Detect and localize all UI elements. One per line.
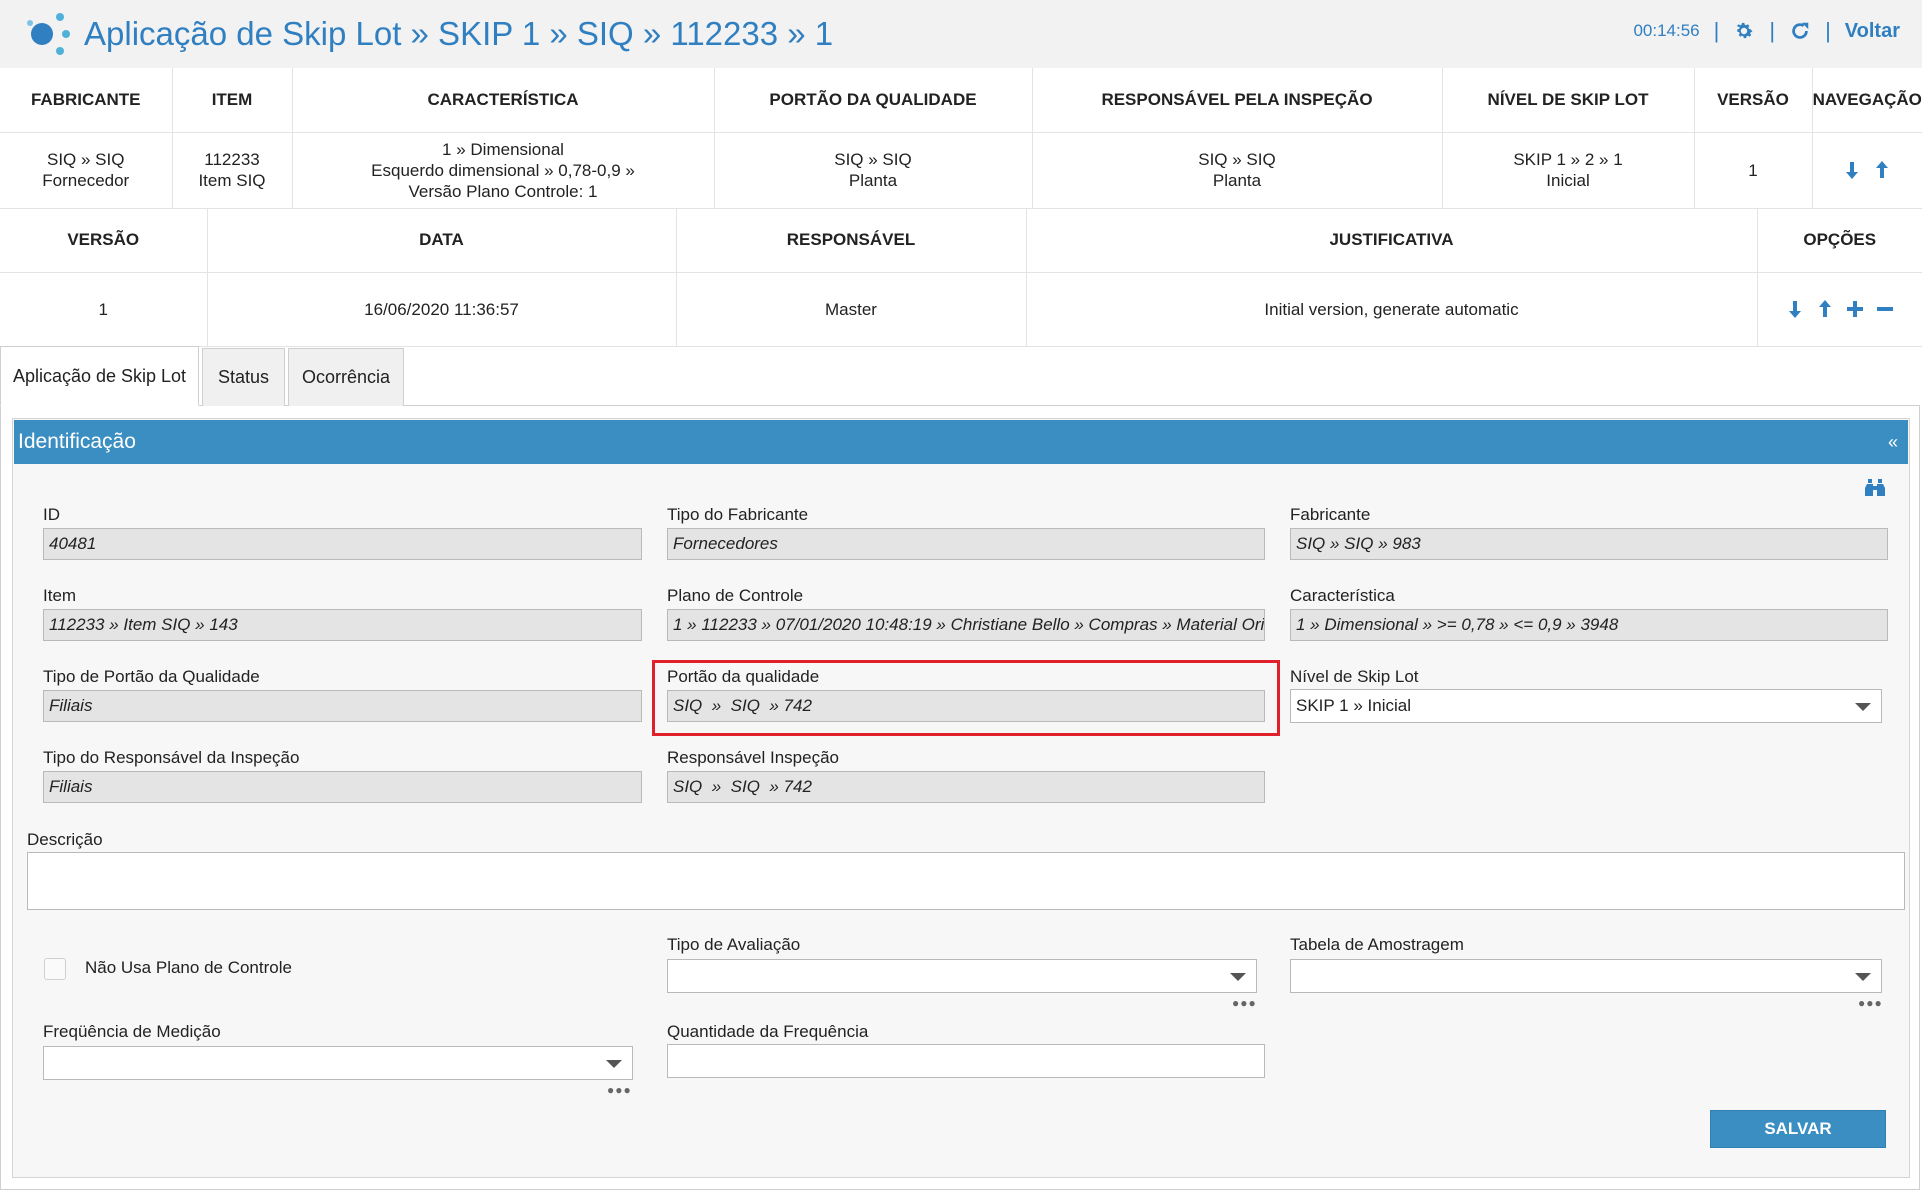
more-options-icon[interactable]: ●●●: [1858, 996, 1883, 1010]
cell-versao: 1: [0, 272, 208, 347]
cell-caracteristica: 1 » Dimensional Esquerdo dimensional » 0…: [292, 132, 715, 209]
quantidade-frequencia-label: Quantidade da Frequência: [667, 1022, 869, 1041]
caracteristica-label: Característica: [1290, 586, 1395, 605]
item-field[interactable]: 112233 » Item SIQ » 143: [43, 609, 642, 641]
tipo-fabricante-label: Tipo do Fabricante: [667, 505, 809, 524]
quantidade-frequencia-input[interactable]: [667, 1044, 1265, 1078]
version-header-row: VERSÃO DATA RESPONSÁVEL JUSTIFICATIVA OP…: [0, 208, 1922, 273]
id-label: ID: [43, 505, 60, 524]
cell-responsavel: Master: [676, 272, 1027, 347]
col-opcoes: OPÇÕES: [1757, 208, 1922, 273]
page-title: Aplicação de Skip Lot » SKIP 1 » SIQ » 1…: [84, 15, 834, 52]
panel-title: Identificação: [18, 430, 136, 453]
cell-item: 112233 Item SIQ: [172, 132, 293, 209]
frequencia-medicao-label: Freqüência de Medição: [43, 1022, 221, 1041]
nivel-skip-select[interactable]: SKIP 1 » Inicial: [1290, 689, 1882, 723]
col-versao: VERSÃO: [1694, 68, 1813, 133]
nao-usa-plano-checkbox[interactable]: [44, 958, 66, 980]
responsavel-field[interactable]: SIQ » SIQ » 742: [667, 771, 1265, 803]
chevron-down-icon: [606, 1060, 622, 1068]
arrow-up-icon[interactable]: [1872, 160, 1892, 180]
item-label: Item: [43, 586, 77, 605]
col-versao: VERSÃO: [0, 208, 208, 273]
col-portao: PORTÃO DA QUALIDADE: [714, 68, 1033, 133]
app-logo-icon: [22, 8, 74, 60]
table-row: 1 16/06/2020 11:36:57 Master Initial ver…: [0, 272, 1922, 347]
responsavel-label: Responsável Inspeção: [667, 748, 840, 767]
col-data: DATA: [207, 208, 677, 273]
separator: |: [1769, 18, 1776, 43]
collapse-icon[interactable]: «: [1888, 432, 1898, 453]
summary-table: FABRICANTE ITEM CARACTERÍSTICA PORTÃO DA…: [0, 68, 1922, 209]
panel-header[interactable]: [14, 420, 1908, 464]
cell-portao: SIQ » SIQ Planta: [714, 132, 1033, 209]
arrow-up-icon[interactable]: [1815, 299, 1835, 319]
descricao-textarea[interactable]: [27, 852, 1905, 910]
plus-icon[interactable]: [1845, 299, 1865, 319]
tabela-amostragem-select[interactable]: [1290, 959, 1882, 993]
separator: |: [1713, 18, 1720, 43]
col-justificativa: JUSTIFICATIVA: [1026, 208, 1758, 273]
chevron-down-icon: [1855, 973, 1871, 981]
cell-fabricante: SIQ » SIQ Fornecedor: [0, 132, 173, 209]
more-options-icon[interactable]: ●●●: [1232, 996, 1257, 1010]
tipo-responsavel-field[interactable]: Filiais: [43, 771, 642, 803]
fabricante-label: Fabricante: [1290, 505, 1371, 524]
refresh-icon[interactable]: [1789, 20, 1811, 42]
version-table: VERSÃO DATA RESPONSÁVEL JUSTIFICATIVA OP…: [0, 208, 1922, 347]
session-timer: 00:14:56: [1633, 21, 1700, 40]
col-item: ITEM: [172, 68, 293, 133]
tipo-responsavel-label: Tipo do Responsável da Inspeção: [43, 748, 300, 767]
col-responsavel: RESPONSÁVEL PELA INSPEÇÃO: [1032, 68, 1443, 133]
tab-aplicacao-skip-lot[interactable]: Aplicação de Skip Lot: [0, 346, 199, 406]
plano-controle-label: Plano de Controle: [667, 586, 804, 605]
tab-status[interactable]: Status: [202, 348, 285, 406]
minus-icon[interactable]: [1875, 299, 1895, 319]
chevron-down-icon: [1230, 973, 1246, 981]
col-fabricante: FABRICANTE: [0, 68, 173, 133]
col-responsavel: RESPONSÁVEL: [676, 208, 1027, 273]
cell-navegacao: [1812, 132, 1922, 209]
col-navegacao: NAVEGAÇÃO: [1812, 68, 1922, 133]
arrow-down-icon[interactable]: [1842, 160, 1862, 180]
arrow-down-icon[interactable]: [1785, 299, 1805, 319]
col-nivel: NÍVEL DE SKIP LOT: [1442, 68, 1695, 133]
separator: |: [1825, 18, 1831, 43]
cell-nivel: SKIP 1 » 2 » 1 Inicial: [1442, 132, 1695, 209]
more-options-icon[interactable]: ●●●: [607, 1083, 632, 1097]
cell-opcoes: [1757, 272, 1922, 347]
descricao-label: Descrição: [27, 830, 103, 849]
tipo-portao-field[interactable]: Filiais: [43, 690, 642, 722]
save-button[interactable]: SALVAR: [1710, 1110, 1886, 1148]
tab-bar: Aplicação de Skip Lot Status Ocorrência: [0, 346, 407, 406]
binoculars-icon[interactable]: [1864, 476, 1886, 503]
cell-data: 16/06/2020 11:36:57: [207, 272, 677, 347]
nivel-skip-label: Nível de Skip Lot: [1290, 667, 1419, 686]
summary-header-row: FABRICANTE ITEM CARACTERÍSTICA PORTÃO DA…: [0, 68, 1922, 133]
tabela-amostragem-label: Tabela de Amostragem: [1290, 935, 1464, 954]
id-field[interactable]: 40481: [43, 528, 642, 560]
plano-controle-field[interactable]: 1 » 112233 » 07/01/2020 10:48:19 » Chris…: [667, 609, 1265, 641]
nao-usa-plano-label: Não Usa Plano de Controle: [85, 958, 292, 977]
cell-responsavel: SIQ » SIQ Planta: [1032, 132, 1443, 209]
tipo-fabricante-field[interactable]: Fornecedores: [667, 528, 1265, 560]
cell-justificativa: Initial version, generate automatic: [1026, 272, 1758, 347]
tab-ocorrencia[interactable]: Ocorrência: [288, 348, 404, 406]
nivel-skip-value: SKIP 1 » Inicial: [1296, 696, 1411, 715]
fabricante-field[interactable]: SIQ » SIQ » 983: [1290, 528, 1888, 560]
cell-versao: 1: [1694, 132, 1813, 209]
tipo-portao-label: Tipo de Portão da Qualidade: [43, 667, 260, 686]
chevron-down-icon: [1855, 703, 1871, 711]
tipo-avaliacao-label: Tipo de Avaliação: [667, 935, 801, 954]
back-link[interactable]: Voltar: [1845, 20, 1900, 43]
highlight-box: [652, 660, 1280, 736]
gear-icon[interactable]: [1733, 20, 1755, 42]
tipo-avaliacao-select[interactable]: [667, 959, 1257, 993]
frequencia-medicao-select[interactable]: [43, 1046, 633, 1080]
caracteristica-field[interactable]: 1 » Dimensional » >= 0,78 » <= 0,9 » 394…: [1290, 609, 1888, 641]
table-row: SIQ » SIQ Fornecedor 112233 Item SIQ 1 »…: [0, 132, 1922, 209]
header-toolbar: 00:14:56 | | | Voltar: [1633, 18, 1900, 44]
col-caracteristica: CARACTERÍSTICA: [292, 68, 715, 133]
